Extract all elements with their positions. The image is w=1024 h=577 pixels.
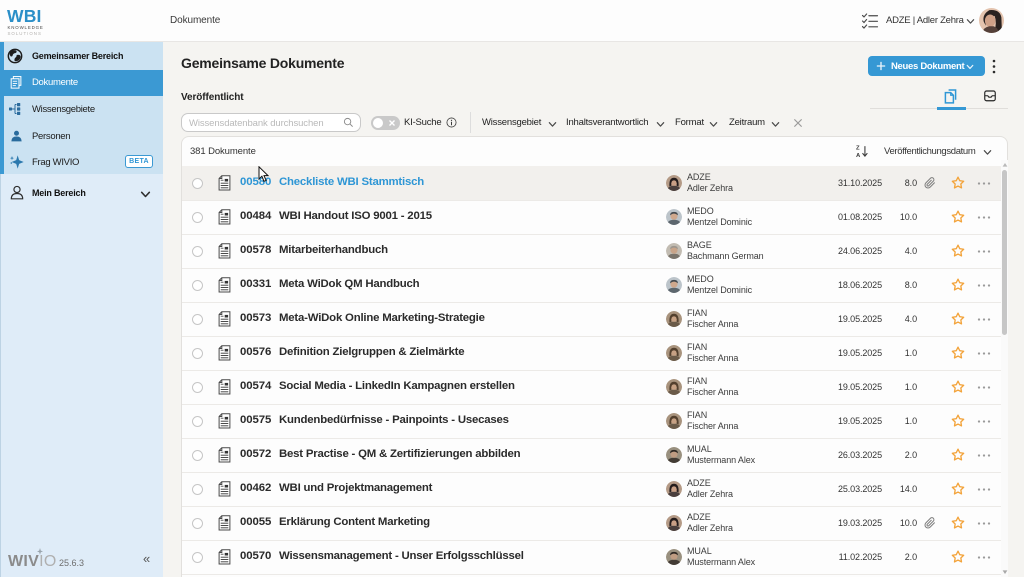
svg-text:A: A: [856, 153, 861, 158]
svg-text:Z: Z: [856, 145, 860, 151]
